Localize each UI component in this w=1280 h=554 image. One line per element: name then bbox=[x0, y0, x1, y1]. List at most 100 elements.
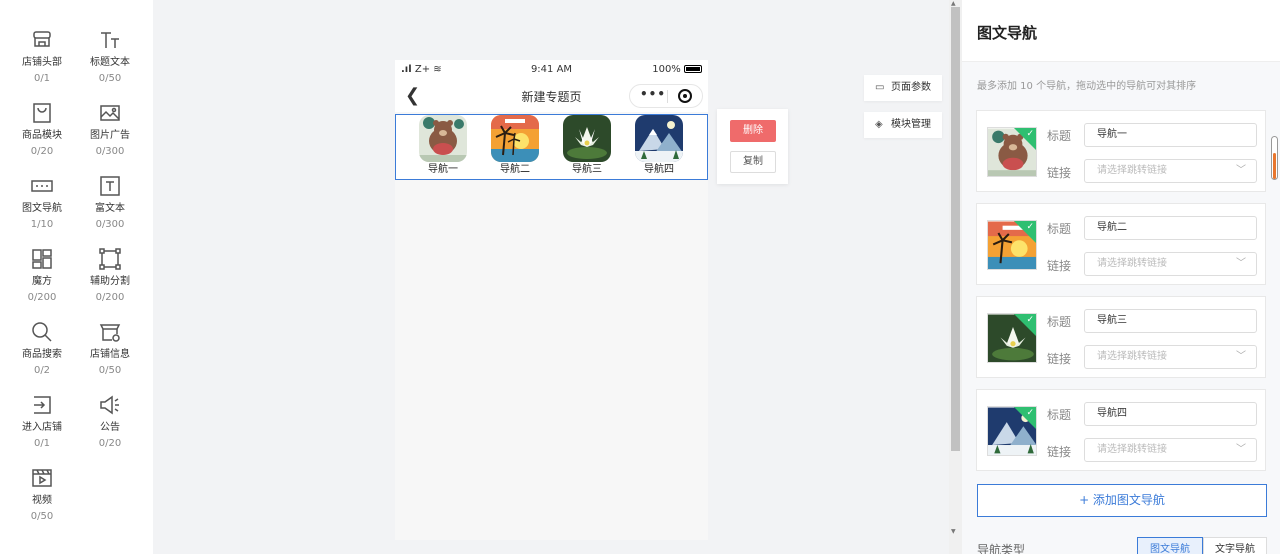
component-count: 0/20 bbox=[30, 146, 54, 157]
nav-thumb-image[interactable]: ✓ bbox=[987, 127, 1037, 177]
chevron-down-icon: ﹀ bbox=[1236, 444, 1246, 455]
nav-thumb-image[interactable]: ✓ bbox=[987, 406, 1037, 456]
component-magic-cube[interactable]: 魔方 0/200 bbox=[12, 247, 72, 304]
nav-thumb-image[interactable]: ✓ bbox=[987, 313, 1037, 363]
component-video[interactable]: 视频 0/50 bbox=[12, 466, 72, 523]
delete-button[interactable]: 删除 bbox=[730, 120, 776, 142]
add-image-nav-button[interactable]: + 添加图文导航 bbox=[977, 484, 1267, 517]
title-input[interactable]: 导航二 bbox=[1084, 216, 1257, 240]
enter-shop-icon bbox=[30, 393, 54, 417]
nav-item-image bbox=[563, 115, 611, 162]
component-notice[interactable]: 公告 0/20 bbox=[80, 393, 140, 450]
nav-item[interactable]: 导航一 bbox=[418, 115, 468, 176]
magic-cube-icon bbox=[30, 247, 54, 271]
nav-config-card[interactable]: ✓ 标题 导航四 链接 请选择跳转链接 ﹀ bbox=[976, 389, 1266, 471]
component-label: 富文本 bbox=[95, 203, 125, 214]
component-count: 0/200 bbox=[27, 292, 57, 303]
check-icon: ✓ bbox=[1026, 315, 1034, 325]
nav-config-card[interactable]: ✓ 标题 导航三 链接 请选择跳转链接 ﹀ bbox=[976, 296, 1266, 378]
component-enter-shop[interactable]: 进入店铺 0/1 bbox=[12, 393, 72, 450]
component-count: 0/200 bbox=[95, 292, 125, 303]
component-shop-info[interactable]: 店铺信息 0/50 bbox=[80, 320, 140, 377]
image-nav-module[interactable]: 导航一 导航二 导航三 导航四 bbox=[395, 114, 708, 180]
nav-item-label: 导航三 bbox=[572, 164, 602, 175]
divider-icon bbox=[98, 247, 122, 271]
nav-config-card[interactable]: ✓ 标题 导航一 链接 请选择跳转链接 ﹀ bbox=[976, 110, 1266, 192]
nav-config-card[interactable]: ✓ 标题 导航二 链接 请选择跳转链接 ﹀ bbox=[976, 203, 1266, 285]
component-label: 商品模块 bbox=[22, 130, 62, 141]
component-shop-header[interactable]: 店铺头部 0/1 bbox=[12, 28, 72, 85]
menu-capsule[interactable]: ••• bbox=[629, 84, 703, 108]
title-input[interactable]: 导航四 bbox=[1084, 402, 1257, 426]
component-label: 魔方 bbox=[32, 276, 52, 287]
title-input[interactable]: 导航一 bbox=[1084, 123, 1257, 147]
title-label: 标题 bbox=[1047, 129, 1072, 143]
canvas-scrollbar[interactable]: ▲ ▼ bbox=[949, 0, 962, 554]
scroll-down-arrow-icon[interactable]: ▼ bbox=[951, 528, 956, 535]
page-params-button[interactable]: ▭ 页面参数 bbox=[864, 75, 942, 101]
panel-header: 图文导航 bbox=[962, 0, 1280, 62]
nav-thumb-image[interactable]: ✓ bbox=[987, 220, 1037, 270]
link-label: 链接 bbox=[1047, 352, 1072, 366]
component-image-ad[interactable]: 图片广告 0/300 bbox=[80, 101, 140, 158]
link-label: 链接 bbox=[1047, 445, 1072, 459]
component-label: 店铺信息 bbox=[90, 349, 130, 360]
copy-button[interactable]: 复制 bbox=[730, 151, 776, 173]
component-count: 0/2 bbox=[33, 365, 51, 376]
close-mini-program-icon[interactable] bbox=[678, 89, 692, 103]
shop-header-icon bbox=[30, 28, 54, 52]
component-title-text[interactable]: 标题文本 0/50 bbox=[80, 28, 140, 85]
component-count: 1/10 bbox=[30, 219, 54, 230]
component-count: 0/50 bbox=[30, 511, 54, 522]
component-image-nav[interactable]: 图文导航 1/10 bbox=[12, 174, 72, 231]
component-rich-text[interactable]: 富文本 0/300 bbox=[80, 174, 140, 231]
module-manage-label: 模块管理 bbox=[891, 119, 931, 130]
nav-item[interactable]: 导航三 bbox=[562, 115, 612, 176]
battery-icon bbox=[684, 65, 702, 73]
check-icon: ✓ bbox=[1026, 129, 1034, 139]
video-icon bbox=[30, 466, 54, 490]
link-select[interactable]: 请选择跳转链接 ﹀ bbox=[1084, 159, 1257, 183]
component-label: 公告 bbox=[100, 422, 120, 433]
chevron-down-icon: ﹀ bbox=[1236, 351, 1246, 362]
component-count: 0/300 bbox=[95, 219, 125, 230]
page-params-icon: ▭ bbox=[875, 82, 885, 93]
link-placeholder: 请选择跳转链接 bbox=[1097, 258, 1167, 269]
chevron-down-icon: ﹀ bbox=[1236, 258, 1246, 269]
nav-item-label: 导航一 bbox=[428, 164, 458, 175]
module-manage-button[interactable]: ◈ 模块管理 bbox=[864, 112, 942, 138]
shop-info-icon bbox=[98, 320, 122, 344]
component-count: 0/20 bbox=[98, 438, 122, 449]
link-placeholder: 请选择跳转链接 bbox=[1097, 351, 1167, 362]
editor-canvas: .ıl Z+ ≋ 9:41 AM 100% ❮ 新建专题页 ••• 导航一 导航… bbox=[153, 0, 949, 554]
component-label: 图文导航 bbox=[22, 203, 62, 214]
nav-item[interactable]: 导航四 bbox=[634, 115, 684, 176]
link-select[interactable]: 请选择跳转链接 ﹀ bbox=[1084, 345, 1257, 369]
link-select[interactable]: 请选择跳转链接 ﹀ bbox=[1084, 252, 1257, 276]
nav-type-image-option[interactable]: 图文导航 bbox=[1137, 537, 1203, 554]
page-params-label: 页面参数 bbox=[891, 82, 931, 93]
module-actions-popup: 删除 复制 bbox=[717, 109, 788, 184]
more-icon[interactable]: ••• bbox=[640, 87, 666, 101]
scrollbar-thumb[interactable] bbox=[951, 7, 960, 451]
scroll-up-arrow-icon[interactable]: ▲ bbox=[951, 0, 956, 7]
nav-type-text-option[interactable]: 文字导航 bbox=[1203, 537, 1267, 554]
battery-indicator: 100% bbox=[652, 64, 702, 75]
panel-scrollbar[interactable] bbox=[1271, 136, 1278, 180]
component-goods-search[interactable]: 商品搜索 0/2 bbox=[12, 320, 72, 377]
link-label: 链接 bbox=[1047, 166, 1072, 180]
nav-item-label: 导航四 bbox=[644, 164, 674, 175]
component-count: 0/50 bbox=[98, 73, 122, 84]
title-label: 标题 bbox=[1047, 315, 1072, 329]
component-count: 0/300 bbox=[95, 146, 125, 157]
component-goods-module[interactable]: 商品模块 0/20 bbox=[12, 101, 72, 158]
component-divider[interactable]: 辅助分割 0/200 bbox=[80, 247, 140, 304]
title-input[interactable]: 导航三 bbox=[1084, 309, 1257, 333]
check-icon: ✓ bbox=[1026, 222, 1034, 232]
chevron-down-icon: ﹀ bbox=[1236, 165, 1246, 176]
component-label: 进入店铺 bbox=[22, 422, 62, 433]
nav-item[interactable]: 导航二 bbox=[490, 115, 540, 176]
panel-title: 图文导航 bbox=[977, 24, 1038, 42]
link-select[interactable]: 请选择跳转链接 ﹀ bbox=[1084, 438, 1257, 462]
title-text-icon bbox=[98, 28, 122, 52]
